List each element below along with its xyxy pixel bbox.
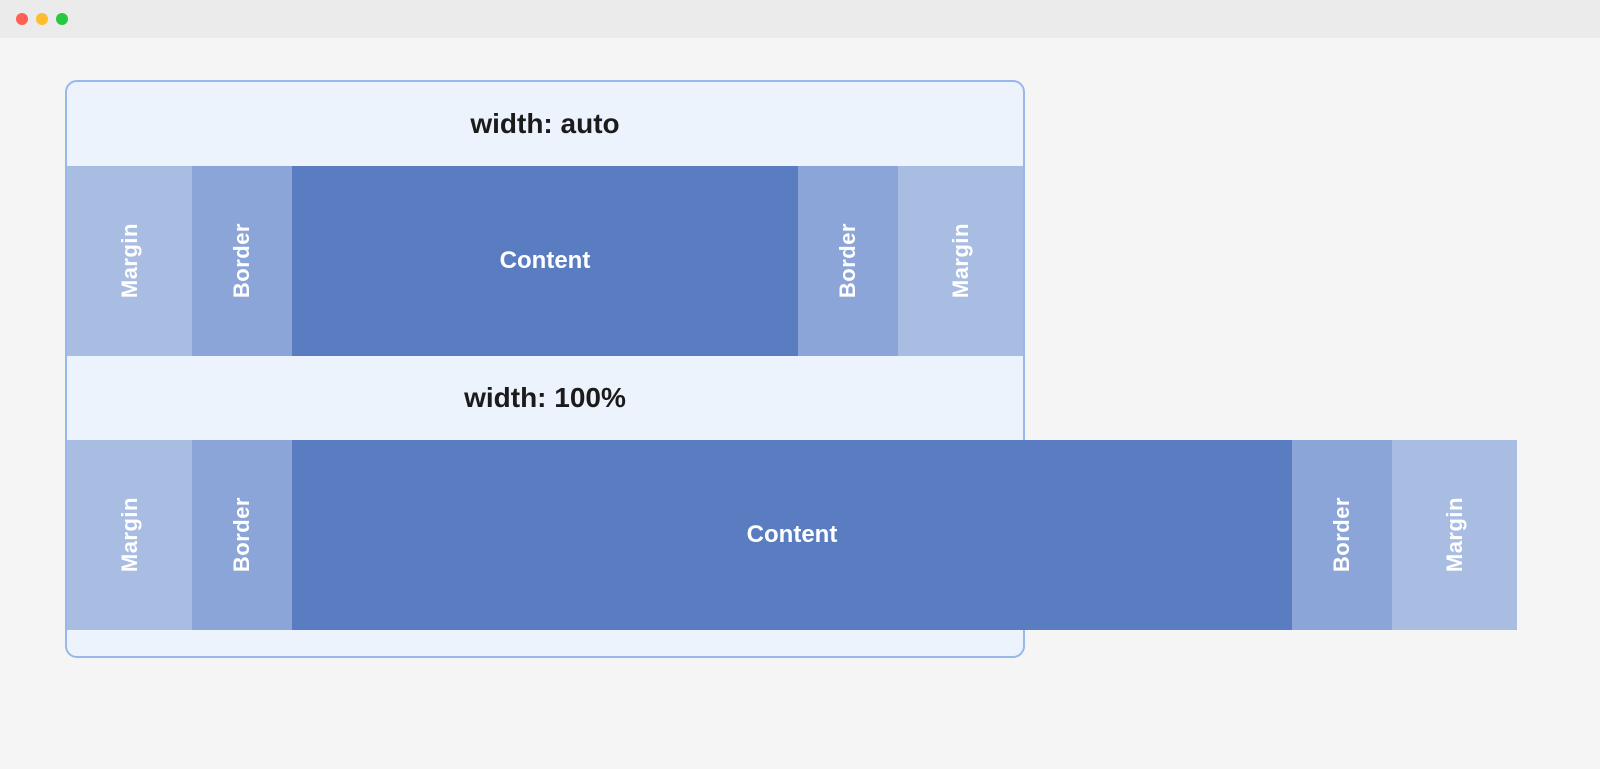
border-label: Border <box>229 223 255 298</box>
content-label: Content <box>747 521 838 549</box>
content-label: Content <box>500 247 591 275</box>
margin-label: Margin <box>1442 497 1468 572</box>
canvas: width: auto Margin Border Content Border… <box>0 38 1600 658</box>
margin-label: Margin <box>117 497 143 572</box>
margin-right-cell: Margin <box>898 166 1023 356</box>
close-icon[interactable] <box>16 13 28 25</box>
maximize-icon[interactable] <box>56 13 68 25</box>
border-right-cell: Border <box>1292 440 1392 630</box>
row-width-auto: Margin Border Content Border Margin <box>67 166 1023 356</box>
border-label: Border <box>835 223 861 298</box>
border-left-cell: Border <box>192 440 292 630</box>
heading-width-100: width: 100% <box>67 356 1023 440</box>
heading-width-auto: width: auto <box>67 82 1023 166</box>
margin-left-cell: Margin <box>67 166 192 356</box>
overflow-wrap: Margin Border Content Border Margin <box>67 440 1027 630</box>
border-left-cell: Border <box>192 166 292 356</box>
traffic-lights <box>16 13 68 25</box>
content-cell: Content <box>292 166 798 356</box>
window-chrome <box>0 0 1600 38</box>
border-label: Border <box>229 497 255 572</box>
margin-label: Margin <box>117 223 143 298</box>
margin-left-cell: Margin <box>67 440 192 630</box>
border-label: Border <box>1329 497 1355 572</box>
diagram-container: width: auto Margin Border Content Border… <box>65 80 1025 658</box>
row-width-100: Margin Border Content Border Margin <box>67 440 1517 630</box>
margin-label: Margin <box>948 223 974 298</box>
content-cell: Content <box>292 440 1292 630</box>
margin-right-cell: Margin <box>1392 440 1517 630</box>
minimize-icon[interactable] <box>36 13 48 25</box>
border-right-cell: Border <box>798 166 898 356</box>
